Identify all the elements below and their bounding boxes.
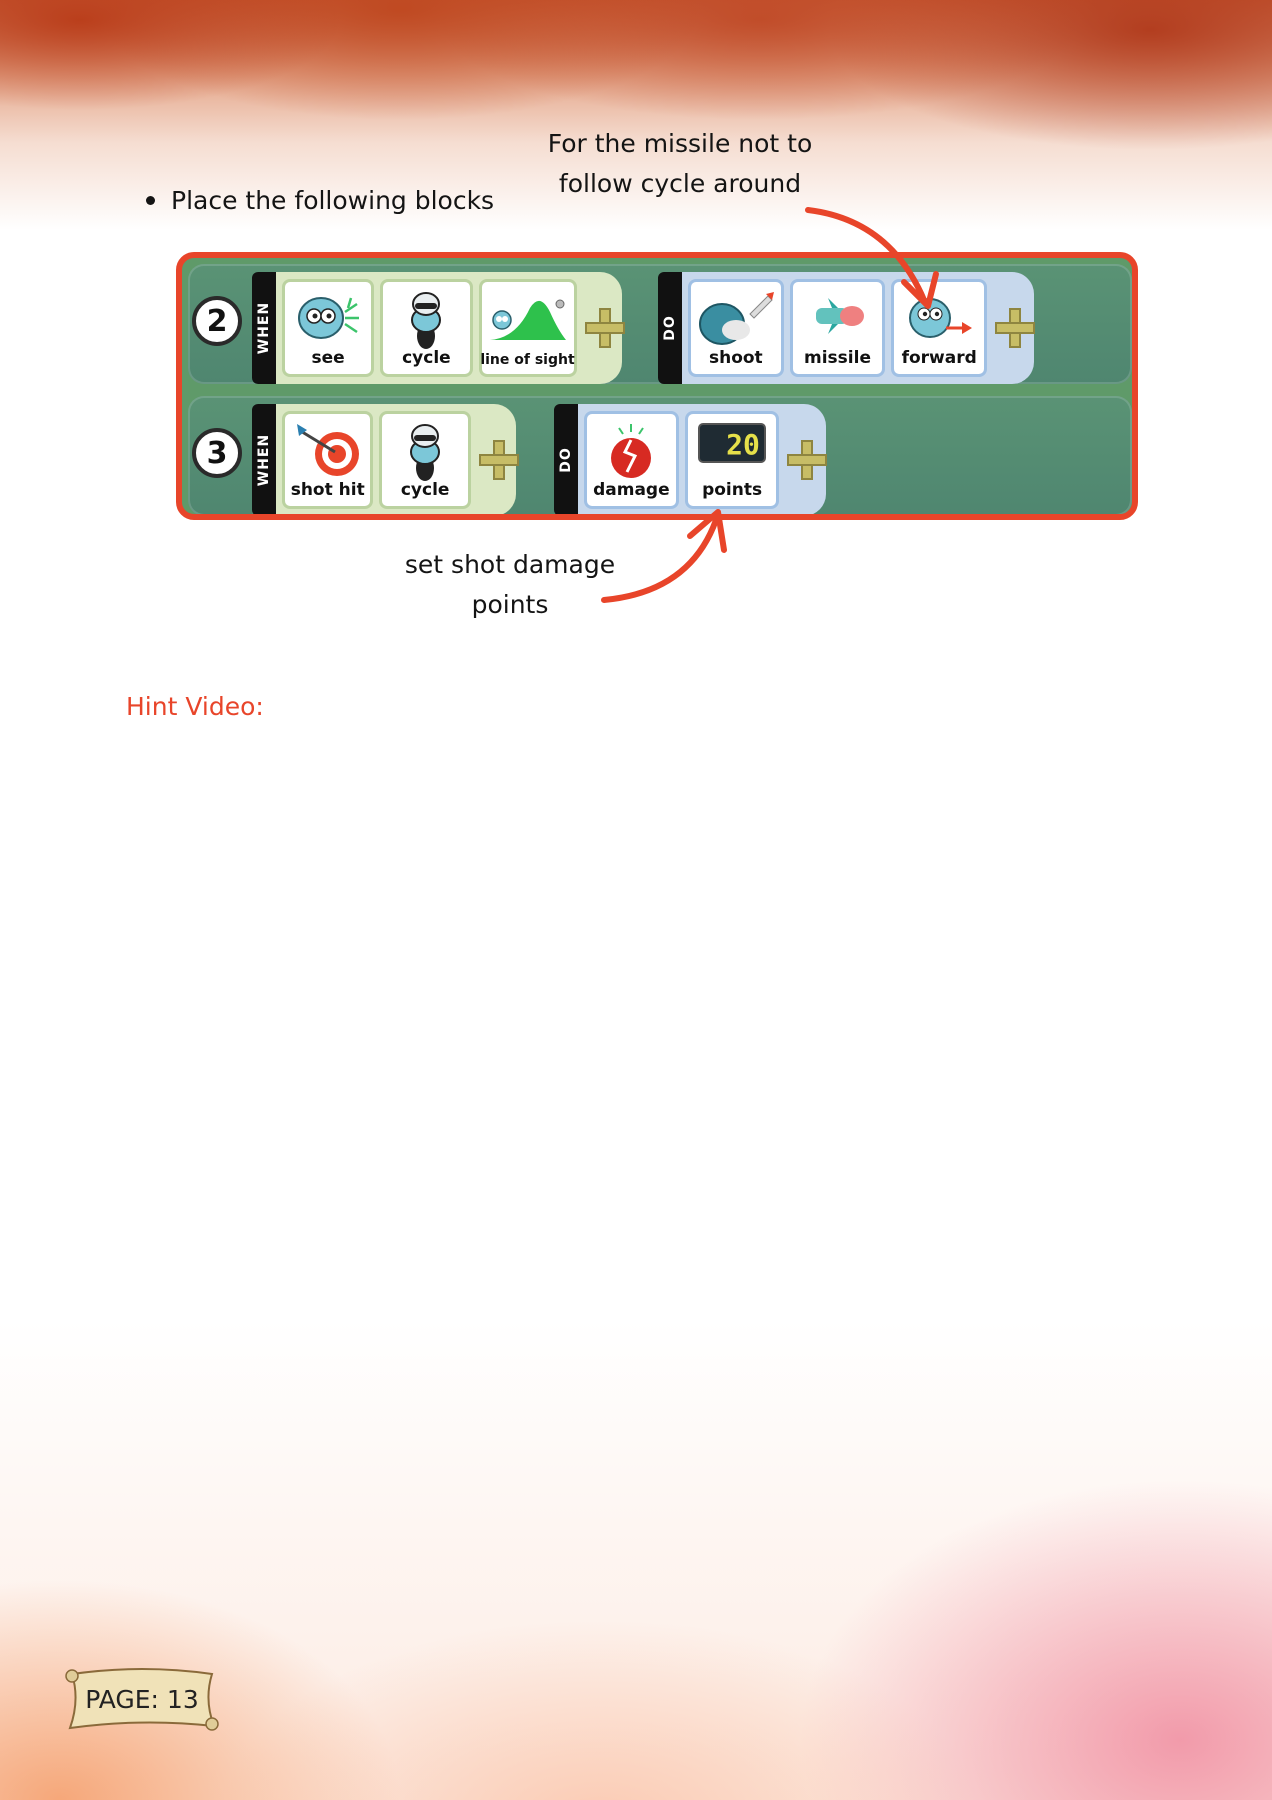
- annotation-missile: For the missile not to follow cycle arou…: [520, 124, 840, 204]
- tile-points[interactable]: 20 points: [684, 411, 780, 509]
- do-panel[interactable]: DO shoot missile forward: [658, 272, 1035, 384]
- shoot-icon: [698, 292, 774, 345]
- points-display: 20: [726, 428, 760, 461]
- line-of-sight-icon: [489, 299, 566, 340]
- missile-icon: [813, 298, 864, 334]
- bullet-dot-icon: [146, 196, 155, 205]
- tile-label: points: [702, 480, 763, 500]
- add-when-tile-icon[interactable]: [478, 440, 519, 480]
- instruction-text: Place the following blocks: [171, 186, 495, 215]
- cycle-icon: [410, 424, 441, 481]
- annotation-line: set shot damage: [404, 550, 616, 579]
- rule-row[interactable]: 2 WHEN see cycle line of sight DO shoot …: [188, 264, 1132, 384]
- kodu-rule-board: 2 WHEN see cycle line of sight DO shoot …: [176, 252, 1138, 520]
- rule-number: 3: [192, 428, 242, 478]
- when-panel[interactable]: WHEN see cycle line of sight: [252, 272, 624, 384]
- when-panel[interactable]: WHEN shot hit cycle: [252, 404, 519, 514]
- tile-label: missile: [804, 348, 871, 368]
- tile-forward[interactable]: forward: [891, 279, 988, 377]
- do-panel[interactable]: DO damage 20 points: [554, 404, 828, 514]
- tile-label: line of sight: [480, 352, 575, 368]
- cycle-icon: [411, 292, 442, 349]
- tile-label: see: [311, 348, 345, 368]
- annotation-line: follow cycle around: [558, 169, 802, 198]
- tile-label: cycle: [400, 480, 450, 500]
- tile-label: cycle: [402, 348, 451, 368]
- instruction-bullet: Place the following blocks: [146, 186, 494, 215]
- tile-shot-hit[interactable]: shot hit: [282, 411, 374, 509]
- tile-damage[interactable]: damage: [584, 411, 679, 509]
- annotation-line: points: [471, 590, 549, 619]
- when-tag: WHEN: [252, 272, 276, 384]
- points-icon: 20: [698, 423, 767, 463]
- add-do-tile-icon[interactable]: [995, 308, 1035, 348]
- tile-label: shot hit: [290, 480, 365, 500]
- tile-shoot[interactable]: shoot: [688, 279, 784, 377]
- rule-row[interactable]: 3 WHEN shot hit cycle DO damage 20 point…: [188, 396, 1132, 514]
- add-when-tile-icon[interactable]: [584, 308, 624, 348]
- shot-hit-icon: [296, 424, 359, 476]
- see-icon: [298, 297, 360, 339]
- when-tag: WHEN: [252, 404, 276, 514]
- do-tag: DO: [554, 404, 578, 514]
- annotation-line: For the missile not to: [547, 129, 813, 158]
- damage-icon: [611, 424, 652, 478]
- forward-icon: [909, 298, 973, 338]
- annotation-damage: set shot damage points: [380, 545, 640, 625]
- page-number-badge: PAGE: 13: [58, 1660, 226, 1738]
- tile-missile[interactable]: missile: [789, 279, 886, 377]
- tile-line-of-sight[interactable]: line of sight: [478, 279, 577, 377]
- tile-label: forward: [901, 348, 977, 368]
- add-do-tile-icon[interactable]: [787, 440, 828, 480]
- tile-cycle[interactable]: cycle: [379, 411, 471, 509]
- rule-number: 2: [192, 296, 242, 346]
- tile-see[interactable]: see: [282, 279, 375, 377]
- hint-video-label: Hint Video:: [126, 692, 264, 721]
- page-number: PAGE: 13: [85, 1684, 199, 1714]
- do-tag: DO: [658, 272, 682, 384]
- tile-label: damage: [593, 480, 670, 500]
- tile-label: shoot: [708, 348, 763, 368]
- tile-cycle[interactable]: cycle: [380, 279, 473, 377]
